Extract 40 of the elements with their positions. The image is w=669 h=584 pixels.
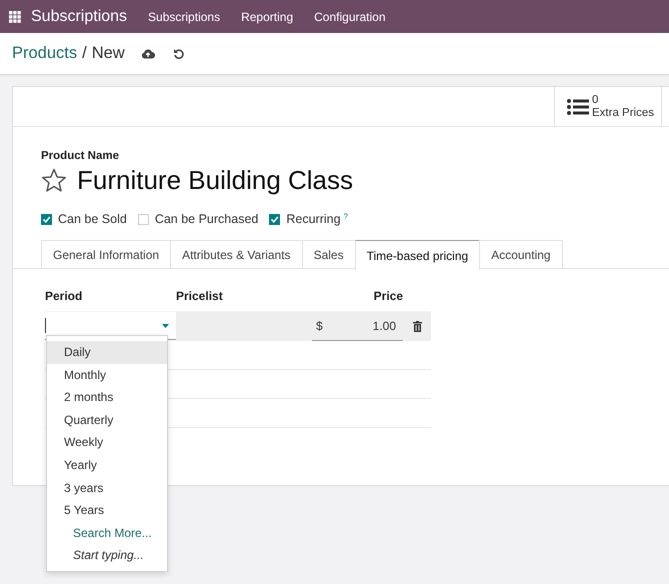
dropdown-option[interactable]: Weekly [47, 431, 167, 454]
apps-grid-icon[interactable] [9, 10, 21, 22]
dropdown-option[interactable]: 3 years [47, 476, 167, 500]
breadcrumb-separator: / [82, 44, 87, 63]
cloud-upload-icon[interactable] [140, 48, 155, 59]
checkbox-label[interactable]: Can be Sold [58, 212, 127, 226]
dropdown-option[interactable]: 2 months [47, 386, 167, 409]
caret-icon[interactable] [162, 324, 169, 328]
checkbox-label[interactable]: Can be Purchased [154, 212, 258, 226]
column-header: Period [45, 289, 84, 305]
checkbox[interactable] [41, 214, 52, 224]
price-field[interactable]: $ 1.00 [312, 312, 403, 341]
field-label: Product Name [41, 150, 120, 162]
dropdown-option[interactable]: Yearly [47, 454, 167, 477]
menu-item[interactable]: Subscriptions [148, 10, 220, 24]
star-icon[interactable] [41, 168, 67, 193]
dropdown-option[interactable]: Daily [47, 341, 167, 364]
checkbox-label[interactable]: Recurring [286, 212, 341, 226]
trash-icon[interactable] [413, 321, 422, 332]
breadcrumb-current: New [92, 44, 125, 63]
menu-item[interactable]: Configuration [314, 10, 386, 24]
undo-icon[interactable] [172, 48, 185, 60]
product-name-field[interactable]: Furniture Building Class [77, 165, 354, 196]
dropdown-option[interactable]: 5 Years [47, 499, 167, 522]
breadcrumb-link[interactable]: Products [12, 44, 78, 63]
tab[interactable]: Accounting [479, 240, 563, 268]
list-icon [567, 98, 589, 114]
dropdown-option[interactable]: Quarterly [47, 408, 167, 432]
column-header: Price [372, 289, 403, 305]
search-more-link[interactable]: Search More... [47, 522, 167, 544]
tab[interactable]: Time-based pricing [354, 240, 480, 270]
column-header: Pricelist [176, 289, 224, 305]
extra-prices-button[interactable]: 0 Extra Prices [554, 87, 662, 126]
tab[interactable]: General Information [41, 240, 172, 268]
app-name[interactable]: Subscriptions [31, 8, 128, 26]
menu-item[interactable]: Reporting [241, 10, 294, 24]
help-tooltip-mark[interactable]: ? [344, 212, 348, 221]
checkbox[interactable] [269, 214, 280, 224]
hint-text: Start typing... [72, 547, 145, 564]
dropdown-option[interactable]: Monthly [47, 364, 167, 386]
